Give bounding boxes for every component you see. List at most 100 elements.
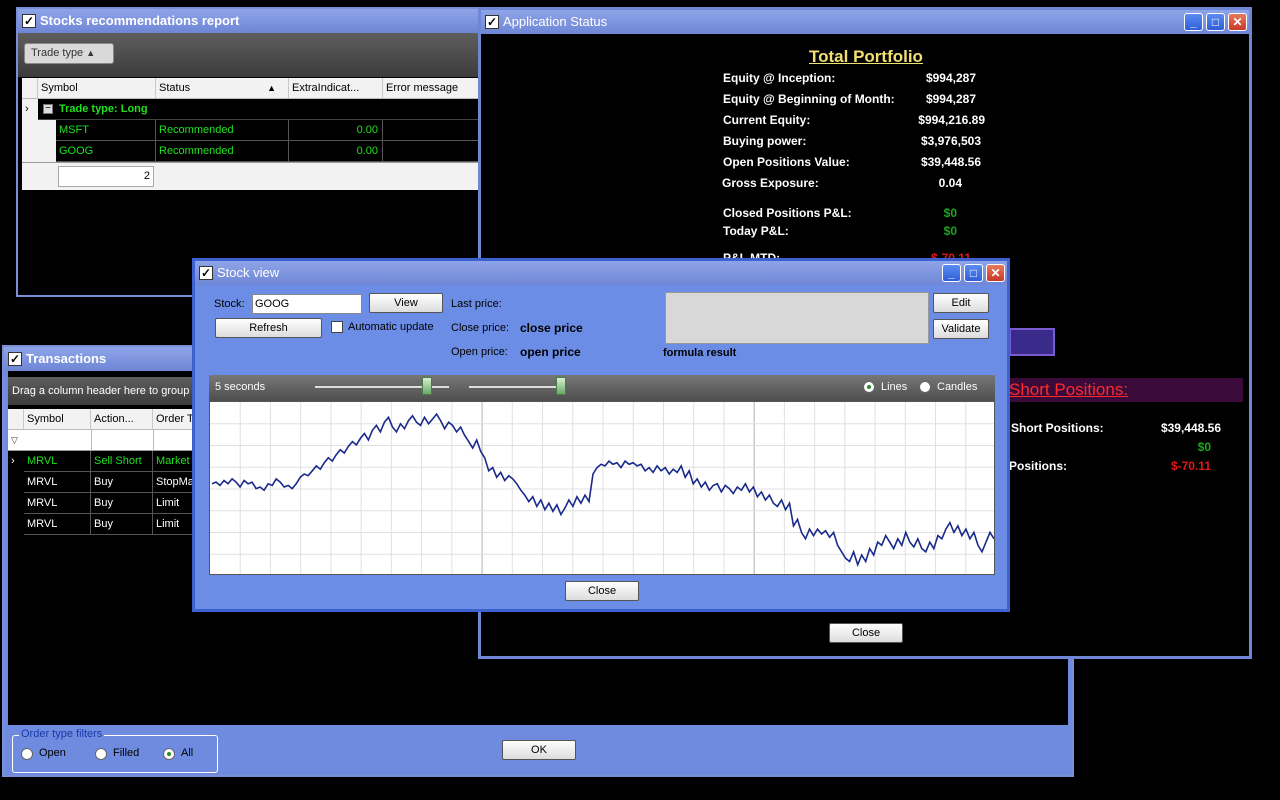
window-title: Stocks recommendations report	[40, 13, 240, 28]
stocks-title-bar[interactable]: ✓ Stocks recommendations report	[18, 9, 484, 33]
column-header-indicator	[22, 78, 38, 99]
short-zero-value: $0	[1197, 440, 1211, 454]
status-title-bar[interactable]: ✓ Application Status _ □ ✕	[481, 10, 1249, 34]
row-indent	[22, 120, 56, 141]
filters-title: Order type filters	[19, 728, 105, 740]
short-positions-value: $39,448.56	[1160, 421, 1221, 435]
filter-funnel-icon[interactable]: ▽	[11, 435, 18, 446]
range-slider-track[interactable]	[469, 386, 565, 388]
cell-symbol: MRVL	[24, 472, 91, 493]
maximize-button[interactable]: □	[964, 264, 983, 282]
open-positions-value-label: Open Positions Value:	[723, 155, 850, 169]
window-title: Transactions	[26, 351, 107, 366]
lines-label[interactable]: Lines	[881, 381, 907, 393]
stock-input[interactable]	[252, 294, 362, 314]
edit-button[interactable]: Edit	[933, 293, 989, 313]
close-window-button[interactable]: ✕	[986, 264, 1005, 282]
row-selector-arrow: ›	[22, 99, 38, 120]
ok-button[interactable]: OK	[502, 740, 576, 760]
status-close-button[interactable]: Close	[829, 623, 903, 643]
minimize-button[interactable]: _	[1184, 13, 1203, 31]
column-header-indicator	[8, 409, 24, 430]
filter-filled-label[interactable]: Filled	[113, 747, 139, 759]
stock-view-title-bar[interactable]: ✓ Stock view _ □ ✕	[195, 261, 1007, 285]
formula-textarea[interactable]	[665, 292, 929, 344]
cell-action: Sell Short	[91, 451, 153, 472]
table-row[interactable]: MSFT Recommended 0.00	[22, 120, 488, 141]
filter-cell[interactable]	[91, 430, 92, 451]
range-slider-thumb[interactable]	[556, 377, 566, 395]
transactions-header: Symbol Action... Order T	[8, 409, 198, 430]
interval-slider-thumb[interactable]	[422, 377, 432, 395]
today-pl-label: Today P&L:	[723, 224, 789, 238]
column-header-error-message[interactable]: Error message	[383, 78, 488, 99]
group-panel: Trade type ▲	[18, 33, 484, 77]
filter-cell[interactable]	[153, 430, 154, 451]
window-check-icon[interactable]: ✓	[199, 266, 213, 280]
window-check-icon[interactable]: ✓	[22, 14, 36, 28]
price-chart[interactable]	[209, 401, 995, 575]
table-row[interactable]: › MRVL Sell Short Market	[8, 451, 198, 472]
lines-radio[interactable]	[863, 381, 875, 393]
column-header-symbol[interactable]: Symbol	[38, 78, 156, 99]
filter-all-label[interactable]: All	[181, 747, 193, 759]
filter-all-radio[interactable]	[163, 748, 175, 760]
close-window-button[interactable]: ✕	[1228, 13, 1247, 31]
table-row[interactable]: MRVL Buy Limit	[8, 514, 198, 535]
window-check-icon[interactable]: ✓	[485, 15, 499, 29]
open-positions-value: $39,448.56	[920, 155, 981, 169]
candles-label[interactable]: Candles	[937, 381, 977, 393]
gross-exposure-value: 0.04	[938, 176, 962, 190]
table-row[interactable]: GOOG Recommended 0.00	[22, 141, 488, 162]
validate-button[interactable]: Validate	[933, 319, 989, 339]
column-header-action[interactable]: Action...	[91, 409, 153, 430]
maximize-button[interactable]: □	[1206, 13, 1225, 31]
filter-row[interactable]: ▽	[8, 430, 198, 451]
column-header-extra-indicator[interactable]: ExtraIndicat...	[289, 78, 383, 99]
group-hint-panel: Drag a column header here to group b	[8, 377, 199, 405]
minimize-button[interactable]: _	[942, 264, 961, 282]
filter-open-label[interactable]: Open	[39, 747, 66, 759]
stock-view-close-button[interactable]: Close	[565, 581, 639, 601]
cell-action: Buy	[91, 514, 153, 535]
group-row-label: Trade type: Long	[59, 103, 148, 115]
summary-row: 2	[22, 162, 488, 190]
table-row[interactable]: MRVL Buy Limit	[8, 493, 198, 514]
view-button[interactable]: View	[369, 293, 443, 313]
cell-status: Recommended	[156, 120, 289, 141]
candles-radio[interactable]	[919, 381, 931, 393]
equity-month-value: $994,287	[925, 92, 976, 106]
sort-ascending-icon: ▲	[86, 48, 96, 58]
cell-symbol: MRVL	[24, 451, 91, 472]
group-chip-trade-type[interactable]: Trade type ▲	[24, 43, 114, 64]
equity-inception-value: $994,287	[925, 71, 976, 85]
window-check-icon[interactable]: ✓	[8, 352, 22, 366]
short-positions-label: Short Positions:	[1011, 421, 1104, 435]
close-price-value: close price	[520, 321, 583, 335]
table-row[interactable]: MRVL Buy StopMar	[8, 472, 198, 493]
refresh-button[interactable]: Refresh	[215, 318, 322, 338]
stock-view-window: ✓ Stock view _ □ ✕ Stock: View Refresh A…	[192, 258, 1010, 612]
cell-action: Buy	[91, 493, 153, 514]
buying-power-label: Buying power:	[723, 134, 807, 148]
collapse-minus-icon[interactable]: −	[43, 104, 53, 114]
automatic-update-label[interactable]: Automatic update	[348, 321, 434, 333]
purple-box	[1009, 328, 1055, 356]
cell-symbol: MRVL	[24, 493, 91, 514]
filter-open-radio[interactable]	[21, 748, 33, 760]
cell-error	[383, 141, 488, 162]
closed-pl-label: Closed Positions P&L:	[723, 206, 852, 220]
filter-filled-radio[interactable]	[95, 748, 107, 760]
closed-pl-value: $0	[943, 206, 957, 220]
cell-error	[383, 120, 488, 141]
stock-label: Stock:	[214, 298, 245, 310]
column-header-symbol[interactable]: Symbol	[24, 409, 91, 430]
equity-month-label: Equity @ Beginning of Month:	[723, 92, 895, 106]
last-price-label: Last price:	[451, 298, 502, 310]
buying-power-value: $3,976,503	[920, 134, 981, 148]
window-title: Application Status	[503, 14, 608, 29]
automatic-update-checkbox[interactable]	[331, 321, 343, 333]
cell-action: Buy	[91, 472, 153, 493]
group-row-trade-type-long[interactable]: › − Trade type: Long	[22, 99, 488, 120]
column-header-status[interactable]: Status ▲	[156, 78, 289, 99]
